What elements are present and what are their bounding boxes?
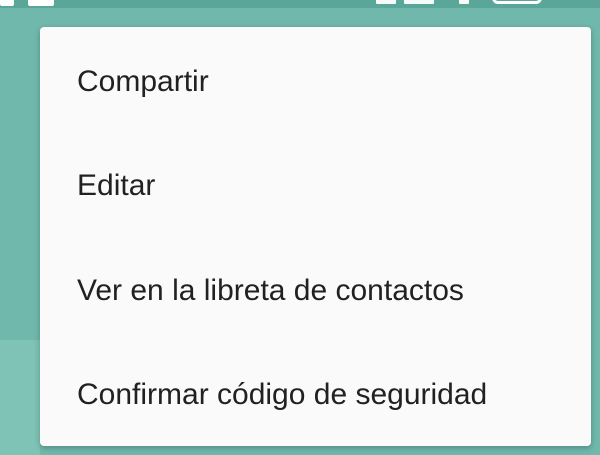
menu-item-editar[interactable]: Editar: [40, 134, 591, 238]
status-bar: [0, 0, 600, 8]
app-icon: [0, 0, 14, 6]
vibrate-icon: [376, 0, 396, 4]
wifi-icon: [459, 0, 469, 4]
overflow-menu: Compartir Editar Ver en la libreta de co…: [40, 27, 591, 446]
menu-item-compartir[interactable]: Compartir: [40, 30, 591, 134]
menu-item-confirmar-codigo[interactable]: Confirmar código de seguridad: [40, 343, 591, 447]
signal-icon: [404, 0, 434, 4]
battery-icon: [492, 0, 542, 4]
message-icon: [28, 0, 54, 6]
menu-item-label: Editar: [77, 169, 156, 202]
background-shape: [0, 340, 40, 455]
menu-item-label: Compartir: [77, 65, 209, 98]
menu-item-label: Ver en la libreta de contactos: [77, 274, 464, 307]
menu-item-ver-en-libreta[interactable]: Ver en la libreta de contactos: [40, 239, 591, 343]
menu-item-label: Confirmar código de seguridad: [77, 378, 488, 411]
